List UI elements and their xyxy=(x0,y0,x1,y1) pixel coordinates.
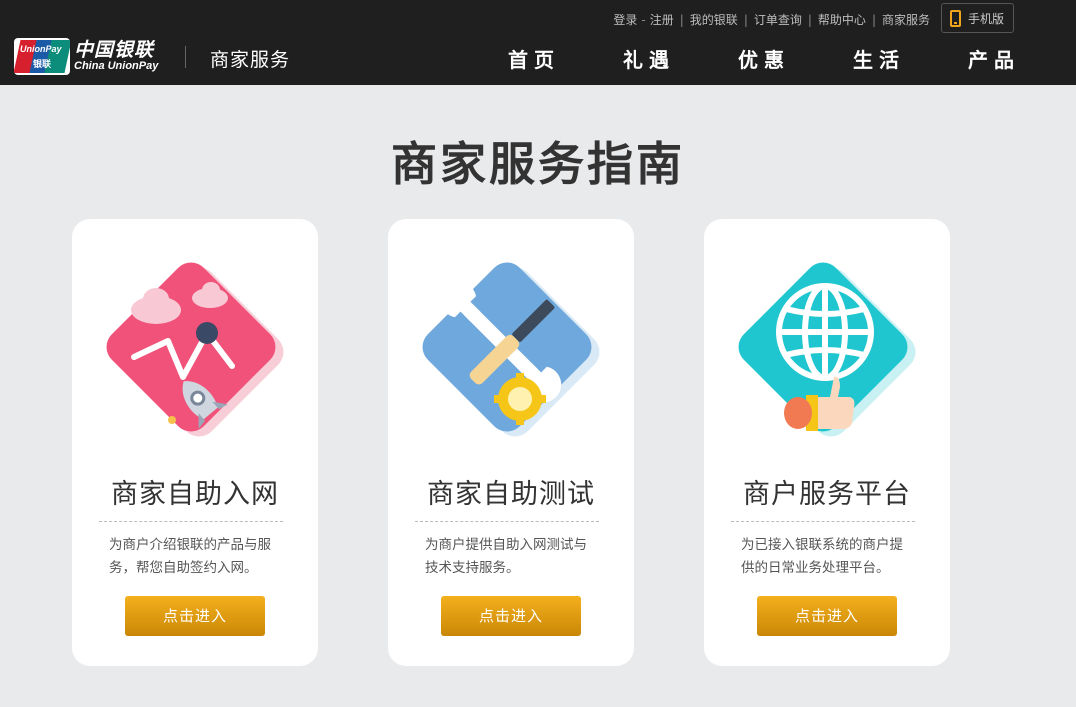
card-divider xyxy=(731,521,915,522)
section-title: 商家服务 xyxy=(210,49,291,71)
card-self-onboarding: 商家自助入网 为商户介绍银联的产品与服务，帮您自助签约入网。 点击进入 xyxy=(72,219,318,666)
login-link[interactable]: 登录 xyxy=(613,11,637,28)
top-bar: UnionPay 银联 中国银联 China UnionPay 商家服务 登录 … xyxy=(0,0,1076,85)
card-title: 商家自助测试 xyxy=(427,479,595,510)
card-divider xyxy=(99,521,283,522)
enter-button[interactable]: 点击进入 xyxy=(125,596,265,636)
nav-products[interactable]: 产品 xyxy=(968,44,1076,73)
register-link[interactable]: 注册 xyxy=(650,11,674,28)
my-unionpay-link[interactable]: 我的银联 xyxy=(690,11,738,28)
rocket-chart-icon xyxy=(106,262,284,437)
logo-divider xyxy=(185,46,186,68)
nav-rewards[interactable]: 礼遇 xyxy=(623,44,738,73)
card-title: 商家自助入网 xyxy=(111,479,279,510)
card-divider xyxy=(415,521,599,522)
logo-cn-text: 中国银联 xyxy=(74,39,155,61)
nav-offers[interactable]: 优惠 xyxy=(738,44,853,73)
main-nav: 首页 礼遇 优惠 生活 产品 xyxy=(508,44,1076,73)
page-title: 商家服务指南 xyxy=(391,137,685,191)
card-self-testing: 商家自助测试 为商户提供自助入网测试与技术支持服务。 点击进入 xyxy=(388,219,634,666)
mobile-version-button[interactable]: 手机版 xyxy=(941,3,1014,33)
merchant-service-link[interactable]: 商家服务 xyxy=(882,11,930,28)
unionpay-badge-icon: UnionPay 银联 xyxy=(14,38,70,75)
enter-button[interactable]: 点击进入 xyxy=(757,596,897,636)
order-query-link[interactable]: 订单查询 xyxy=(754,11,802,28)
card-description: 为已接入银联系统的商户提供的日常业务处理平台。 xyxy=(741,537,903,576)
tools-icon xyxy=(422,262,600,437)
logo-badge-cn: 银联 xyxy=(33,60,52,70)
logo-en-text: China UnionPay xyxy=(74,60,159,72)
nav-life[interactable]: 生活 xyxy=(853,44,968,73)
top-links: 登录 - 注册 | 我的银联 | 订单查询 | 帮助中心 | 商家服务 xyxy=(613,11,930,28)
card-description: 为商户介绍银联的产品与服务，帮您自助签约入网。 xyxy=(109,537,271,576)
card-title: 商户服务平台 xyxy=(743,479,911,510)
help-center-link[interactable]: 帮助中心 xyxy=(818,11,866,28)
phone-icon xyxy=(950,9,961,27)
card-description: 为商户提供自助入网测试与技术支持服务。 xyxy=(425,537,587,576)
mobile-version-label: 手机版 xyxy=(968,11,1005,26)
globe-thumbsup-icon xyxy=(738,262,916,437)
unionpay-logo[interactable]: UnionPay 银联 中国银联 China UnionPay xyxy=(14,38,158,75)
enter-button[interactable]: 点击进入 xyxy=(441,596,581,636)
nav-home[interactable]: 首页 xyxy=(508,44,623,73)
card-merchant-platform: 商户服务平台 为已接入银联系统的商户提供的日常业务处理平台。 点击进入 xyxy=(704,219,950,666)
logo-badge-text: UnionPay xyxy=(20,44,62,54)
